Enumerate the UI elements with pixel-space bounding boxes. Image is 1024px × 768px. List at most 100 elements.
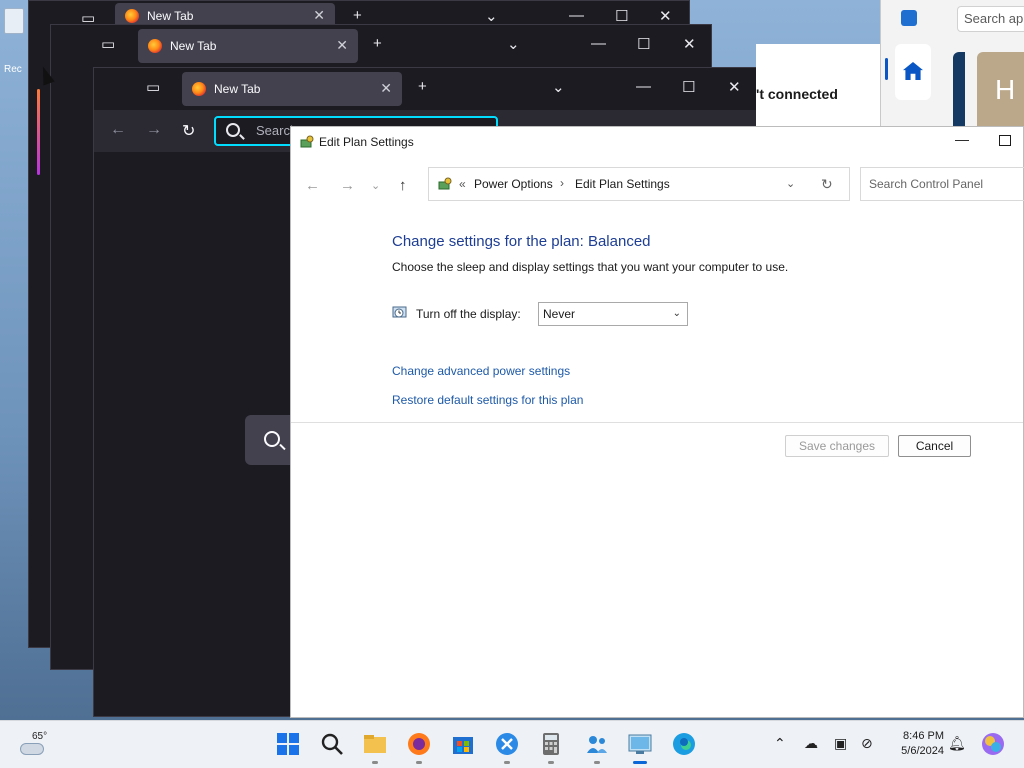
file-explorer-icon[interactable]	[362, 731, 388, 764]
maximize-icon[interactable]: ☐	[615, 7, 628, 25]
breadcrumb-separator-icon[interactable]: ›	[560, 176, 564, 190]
forward-icon[interactable]: →	[340, 177, 355, 194]
snipping-tool-icon[interactable]	[494, 731, 520, 764]
cancel-button[interactable]: Cancel	[898, 435, 971, 457]
tab-title: New Tab	[147, 9, 194, 23]
recent-locations-icon[interactable]: ⌄	[371, 179, 380, 192]
display-icon[interactable]: ▣	[834, 735, 847, 752]
firefox-tabstrip: ▭ New Tab ✕ + ⌄ — ☐ ✕	[51, 25, 711, 67]
new-tab-icon[interactable]: +	[418, 78, 427, 95]
recycle-bin-icon	[4, 8, 24, 34]
minimize-icon[interactable]: —	[569, 7, 584, 24]
weather-widget[interactable]: 65°	[18, 729, 58, 761]
teams-icon[interactable]	[584, 731, 610, 764]
store-card[interactable]	[953, 52, 965, 126]
store-search-input[interactable]: Search ap	[957, 6, 1024, 32]
store-hero-card[interactable]: H	[977, 52, 1024, 126]
power-options-icon	[438, 177, 452, 190]
store-home-button[interactable]	[895, 44, 931, 100]
control-panel-icon[interactable]	[627, 731, 653, 764]
back-icon[interactable]: ←	[110, 121, 126, 139]
display-clock-icon	[392, 306, 407, 318]
recycle-bin-label: Rec	[4, 64, 22, 75]
show-hidden-icons-icon[interactable]: ⌃	[774, 735, 786, 752]
firefox-icon	[125, 9, 139, 23]
store-window[interactable]: Search ap H	[880, 0, 1024, 126]
new-tab-icon[interactable]: +	[353, 7, 362, 24]
hero-letter: H	[995, 74, 1016, 105]
maximize-icon[interactable]: ☐	[637, 35, 650, 53]
network-panel: 't connected	[756, 44, 880, 126]
taskbar: 65° ⌃ ☁ ▣ ⊘ 8:46 PM 5/6/2024 🔔︎	[0, 720, 1024, 768]
network-status: 't connected	[756, 86, 838, 102]
minimize-icon[interactable]: —	[636, 78, 651, 95]
search-icon	[264, 431, 280, 447]
maximize-icon[interactable]	[999, 135, 1011, 146]
sidebar-accent	[37, 89, 40, 175]
close-window-icon[interactable]: ✕	[728, 78, 741, 96]
network-disconnected-icon[interactable]: ⊘	[861, 735, 873, 752]
store-icon[interactable]	[450, 731, 476, 757]
breadcrumb-power-options[interactable]: Power Options	[474, 177, 553, 191]
close-tab-icon[interactable]: ✕	[336, 37, 348, 54]
save-changes-button[interactable]: Save changes	[785, 435, 889, 457]
copilot-icon[interactable]	[980, 731, 1006, 757]
address-bar[interactable]: « Power Options › Edit Plan Settings ⌄ ↻	[428, 167, 850, 201]
back-icon[interactable]: ←	[305, 177, 320, 194]
onedrive-offline-icon[interactable]: ☁	[804, 735, 818, 752]
close-window-icon[interactable]: ✕	[659, 7, 672, 25]
forward-icon[interactable]: →	[146, 121, 162, 139]
address-row: ← → ⌄ ↑ « Power Options › Edit Plan Sett…	[291, 157, 1024, 211]
search-icon[interactable]	[319, 731, 345, 757]
close-window-icon[interactable]: ✕	[683, 35, 696, 53]
list-tabs-icon[interactable]: ⌄	[552, 78, 565, 96]
recycle-bin-desktop-icon[interactable]: Rec	[4, 8, 28, 75]
maximize-icon[interactable]: ☐	[682, 78, 695, 96]
close-tab-icon[interactable]: ✕	[313, 7, 325, 24]
firefox-icon	[192, 82, 206, 96]
firefox-tab[interactable]: New Tab ✕	[182, 72, 402, 106]
firefox-search-button[interactable]	[245, 415, 291, 465]
page-title: Change settings for the plan: Balanced	[392, 233, 651, 250]
clock[interactable]: 8:46 PM 5/6/2024	[886, 729, 944, 759]
tab-title: New Tab	[170, 39, 217, 53]
nav-selection-indicator	[885, 58, 888, 80]
firefox-icon[interactable]	[406, 731, 432, 764]
calculator-icon[interactable]	[538, 731, 564, 764]
search-icon	[226, 123, 240, 137]
address-dropdown-icon[interactable]: ⌄	[786, 177, 795, 190]
search-control-panel-input[interactable]: Search Control Panel	[860, 167, 1024, 201]
advanced-power-settings-link[interactable]: Change advanced power settings	[392, 364, 570, 378]
title-bar[interactable]: Edit Plan Settings —	[291, 127, 1023, 157]
clock-time: 8:46 PM	[903, 730, 944, 742]
up-icon[interactable]: ↑	[399, 177, 407, 194]
refresh-icon[interactable]: ↻	[821, 176, 833, 193]
tab-overview-icon[interactable]: ▭	[101, 35, 115, 53]
control-panel-window[interactable]: Edit Plan Settings — ← → ⌄ ↑ « Power Opt…	[290, 126, 1024, 718]
close-tab-icon[interactable]: ✕	[380, 80, 392, 97]
minimize-icon[interactable]: —	[955, 131, 969, 147]
firefox-icon	[148, 39, 162, 53]
turn-off-display-select[interactable]: Never ⌄	[538, 302, 688, 326]
firefox-tabstrip: ← ▭ New Tab ✕ + ⌄ — ☐ ✕	[94, 68, 756, 110]
list-tabs-icon[interactable]: ⌄	[485, 7, 498, 25]
list-tabs-icon[interactable]: ⌄	[507, 35, 520, 53]
start-icon[interactable]	[275, 731, 301, 757]
edge-icon[interactable]	[671, 731, 697, 757]
clock-date: 5/6/2024	[901, 745, 944, 757]
minimize-icon[interactable]: —	[591, 35, 606, 52]
overflow-chevron-icon[interactable]: «	[459, 177, 466, 191]
page-subtitle: Choose the sleep and display settings th…	[392, 260, 789, 274]
tab-title: New Tab	[214, 82, 261, 96]
turn-off-display-label: Turn off the display:	[416, 307, 521, 321]
breadcrumb-edit-plan-settings[interactable]: Edit Plan Settings	[575, 177, 670, 191]
firefox-tab[interactable]: New Tab ✕	[138, 29, 358, 63]
divider	[291, 422, 1023, 423]
restore-defaults-link[interactable]: Restore default settings for this plan	[392, 393, 583, 407]
notification-bell-icon[interactable]: 🔔︎	[948, 735, 966, 752]
new-tab-icon[interactable]: +	[373, 35, 382, 52]
reload-icon[interactable]: ↻	[182, 121, 195, 141]
tab-overview-icon[interactable]: ▭	[146, 78, 160, 96]
cloud-icon	[20, 743, 44, 755]
turn-off-display-value: Never	[543, 307, 576, 321]
